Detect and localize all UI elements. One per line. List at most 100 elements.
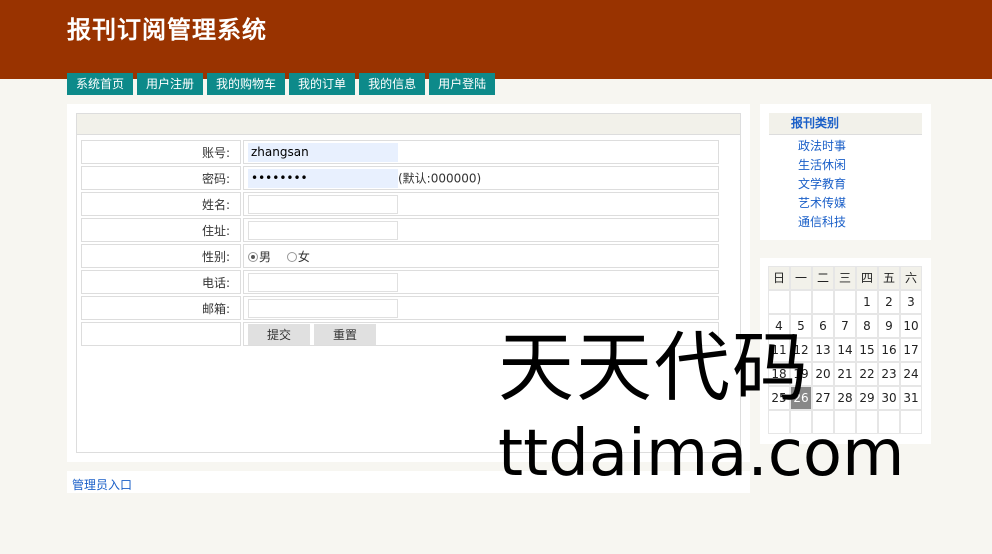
email-label: 邮箱: [81, 296, 241, 320]
calendar-empty-cell [878, 410, 900, 434]
main-panel: 账号: 密码: (默认:000000) 姓名: 住址: 性别: 男 女 电话: [67, 104, 750, 462]
calendar-empty-cell [834, 410, 856, 434]
nav-home[interactable]: 系统首页 [67, 73, 134, 95]
calendar-empty-cell [790, 290, 812, 314]
calendar-day[interactable]: 7 [834, 314, 856, 338]
calendar-day[interactable]: 16 [878, 338, 900, 362]
calendar: 日一二三四五六 1 2 3 4 5 6 7 8 9 10 11 12 13 14 15 16 17 18 19 20 21… [768, 266, 922, 434]
calendar-day[interactable]: 15 [856, 338, 878, 362]
form-row-name: 姓名: [81, 192, 719, 216]
nav-login[interactable]: 用户登陆 [429, 73, 496, 95]
calendar-day[interactable]: 1 [856, 290, 878, 314]
calendar-day[interactable]: 4 [768, 314, 790, 338]
calendar-empty-cell [856, 410, 878, 434]
calendar-day[interactable]: 18 [768, 362, 790, 386]
form-row-email: 邮箱: [81, 296, 719, 320]
name-label: 姓名: [81, 192, 241, 216]
form-row-address: 住址: [81, 218, 719, 242]
calendar-day[interactable]: 5 [790, 314, 812, 338]
calendar-day[interactable]: 2 [878, 290, 900, 314]
calendar-day[interactable]: 31 [900, 386, 922, 410]
calendar-empty-cell [790, 410, 812, 434]
email-input[interactable] [248, 298, 398, 318]
password-hint: (默认:000000) [398, 171, 482, 185]
form-row-gender: 性别: 男 女 [81, 244, 719, 268]
calendar-day[interactable]: 6 [812, 314, 834, 338]
account-label: 账号: [81, 140, 241, 164]
calendar-weekday: 五 [878, 266, 900, 290]
category-list: 政法时事 生活休闲 文学教育 艺术传媒 通信科技 [798, 137, 846, 232]
form-row-phone: 电话: [81, 270, 719, 294]
category-link[interactable]: 政法时事 [798, 137, 846, 156]
calendar-day[interactable]: 10 [900, 314, 922, 338]
calendar-day[interactable]: 8 [856, 314, 878, 338]
calendar-weekday: 二 [812, 266, 834, 290]
site-title: 报刊订阅管理系统 [67, 16, 267, 44]
phone-input[interactable] [248, 272, 398, 292]
actions-spacer [81, 322, 241, 346]
calendar-empty-cell [834, 290, 856, 314]
nav-orders[interactable]: 我的订单 [289, 73, 356, 95]
calendar-day[interactable]: 24 [900, 362, 922, 386]
nav-cart[interactable]: 我的购物车 [207, 73, 286, 95]
calendar-day[interactable]: 30 [878, 386, 900, 410]
calendar-empty-cell [812, 290, 834, 314]
nav-register[interactable]: 用户注册 [137, 73, 204, 95]
category-panel: 报刊类别 政法时事 生活休闲 文学教育 艺术传媒 通信科技 [760, 104, 931, 240]
address-input[interactable] [248, 220, 398, 240]
calendar-day[interactable]: 29 [856, 386, 878, 410]
nav-my-info[interactable]: 我的信息 [359, 73, 426, 95]
category-title: 报刊类别 [769, 113, 922, 135]
category-link[interactable]: 艺术传媒 [798, 194, 846, 213]
calendar-weekday: 六 [900, 266, 922, 290]
calendar-day[interactable]: 28 [834, 386, 856, 410]
calendar-day[interactable]: 27 [812, 386, 834, 410]
admin-bar: 管理员入口 [67, 471, 750, 493]
form-row-password: 密码: (默认:000000) [81, 166, 719, 190]
calendar-day[interactable]: 13 [812, 338, 834, 362]
calendar-weekday: 三 [834, 266, 856, 290]
gender-male-radio[interactable] [248, 251, 258, 262]
category-link[interactable]: 通信科技 [798, 213, 846, 232]
password-input[interactable] [248, 168, 398, 188]
calendar-day[interactable]: 17 [900, 338, 922, 362]
calendar-empty-cell [812, 410, 834, 434]
calendar-day[interactable]: 21 [834, 362, 856, 386]
category-link[interactable]: 文学教育 [798, 175, 846, 194]
calendar-day[interactable]: 22 [856, 362, 878, 386]
reset-button[interactable]: 重置 [314, 323, 376, 345]
calendar-panel: 日一二三四五六 1 2 3 4 5 6 7 8 9 10 11 12 13 14 15 16 17 18 19 20 21… [760, 258, 931, 444]
calendar-day[interactable]: 12 [790, 338, 812, 362]
calendar-weekday: 一 [790, 266, 812, 290]
calendar-day[interactable]: 25 [768, 386, 790, 410]
calendar-empty-cell [768, 410, 790, 434]
name-input[interactable] [248, 194, 398, 214]
form-header-bar [77, 114, 740, 135]
calendar-day[interactable]: 26 [790, 386, 812, 410]
calendar-day[interactable]: 20 [812, 362, 834, 386]
calendar-empty-cell [900, 410, 922, 434]
form-row-actions: 提交 重置 [81, 322, 719, 346]
calendar-day[interactable]: 11 [768, 338, 790, 362]
calendar-day[interactable]: 19 [790, 362, 812, 386]
gender-male-label: 男 [259, 249, 272, 264]
register-form: 账号: 密码: (默认:000000) 姓名: 住址: 性别: 男 女 电话: [79, 138, 721, 348]
calendar-day[interactable]: 23 [878, 362, 900, 386]
gender-female-label: 女 [297, 249, 310, 264]
calendar-weekday: 日 [768, 266, 790, 290]
calendar-day[interactable]: 3 [900, 290, 922, 314]
gender-female-radio[interactable] [286, 251, 297, 262]
calendar-day[interactable]: 9 [878, 314, 900, 338]
category-link[interactable]: 生活休闲 [798, 156, 846, 175]
header: 报刊订阅管理系统 [0, 0, 992, 79]
form-row-account: 账号: [81, 140, 719, 164]
account-input[interactable] [248, 142, 398, 162]
calendar-day[interactable]: 14 [834, 338, 856, 362]
admin-entry-link[interactable]: 管理员入口 [72, 476, 132, 493]
calendar-empty-cell [768, 290, 790, 314]
phone-label: 电话: [81, 270, 241, 294]
address-label: 住址: [81, 218, 241, 242]
submit-button[interactable]: 提交 [248, 323, 310, 345]
main-nav: 系统首页 用户注册 我的购物车 我的订单 我的信息 用户登陆 [67, 73, 499, 95]
gender-label: 性别: [81, 244, 241, 268]
